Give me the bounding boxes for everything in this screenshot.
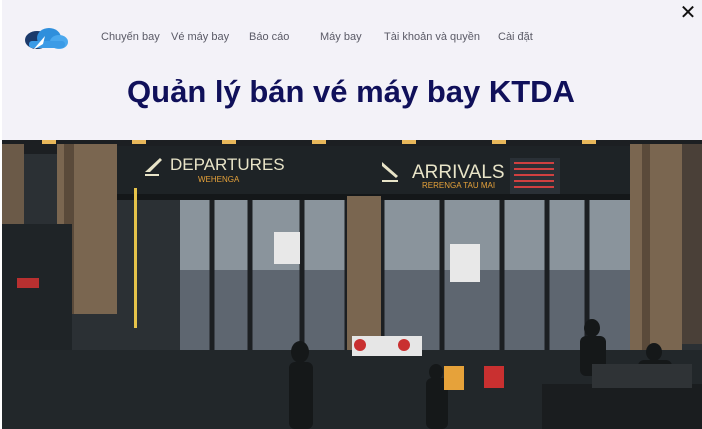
- hero-image: DEPARTURES WEHENGA ARRIVALS RERENGA TAU …: [2, 140, 702, 429]
- departures-sign: DEPARTURES: [170, 155, 285, 174]
- app-header: [2, 0, 702, 140]
- nav-item-aircraft[interactable]: Máy bay: [320, 31, 362, 43]
- arrivals-sub-sign: RERENGA TAU MAI: [422, 181, 495, 190]
- arrivals-sign: ARRIVALS: [412, 162, 505, 183]
- nav-item-reports[interactable]: Báo cáo: [249, 31, 289, 43]
- page-title: Quản lý bán vé máy bay KTDA: [127, 74, 575, 109]
- nav-item-tickets[interactable]: Vé máy bay: [171, 31, 229, 43]
- nav-item-settings[interactable]: Cài đặt: [498, 31, 533, 43]
- close-icon[interactable]: ✕: [679, 3, 697, 23]
- main-nav: Chuyến bay Vé máy bay Báo cáo Máy bay Tà…: [0, 31, 600, 45]
- departures-sub-sign: WEHENGA: [198, 175, 240, 184]
- nav-item-accounts[interactable]: Tài khoản và quyền: [384, 31, 480, 43]
- nav-item-flights[interactable]: Chuyến bay: [101, 31, 160, 43]
